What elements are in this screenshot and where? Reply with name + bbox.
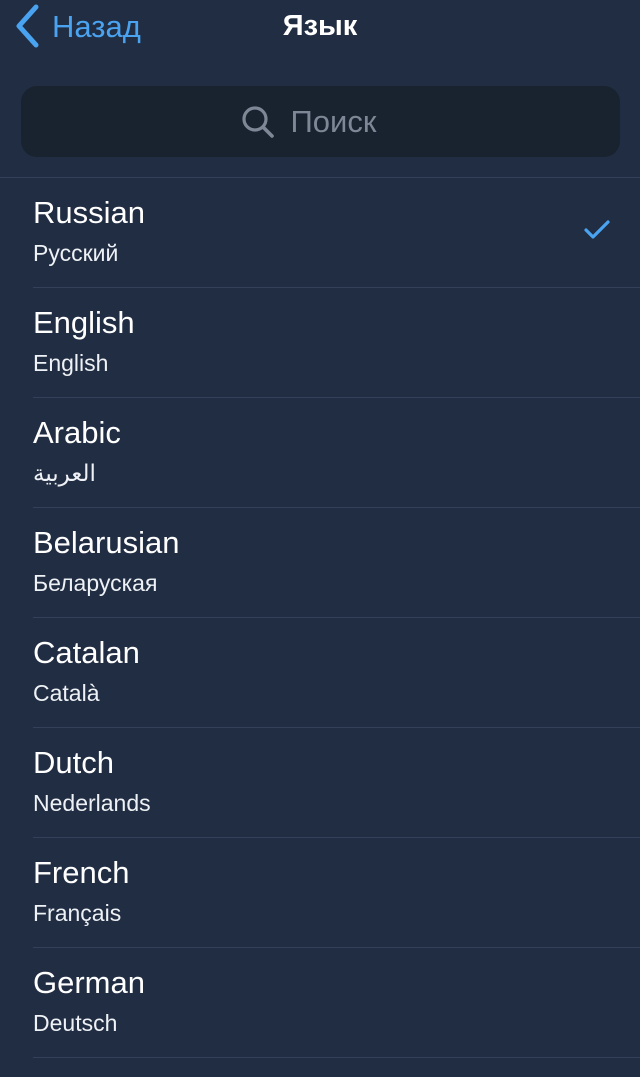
back-label: Назад [52, 8, 141, 44]
language-row-french[interactable]: French Français [0, 838, 640, 948]
search-input[interactable] [290, 103, 401, 140]
language-native-name: Català [33, 680, 100, 706]
language-name: German [33, 965, 145, 1000]
language-row-belarusian[interactable]: Belarusian Беларуская [0, 508, 640, 618]
language-native-name: Русский [33, 240, 119, 266]
search-icon [241, 105, 291, 139]
language-native-name: Беларуская [33, 570, 158, 596]
language-native-name: Français [33, 900, 122, 926]
back-button[interactable]: Назад [14, 2, 141, 50]
language-row-english[interactable]: English English [0, 288, 640, 398]
language-name: English [33, 305, 135, 340]
navigation-bar: Назад Язык [0, 0, 640, 60]
language-native-name: العربية [33, 460, 96, 486]
language-name: Dutch [33, 745, 114, 780]
language-name: Arabic [33, 415, 121, 450]
search-bar[interactable] [21, 86, 620, 157]
language-name: Russian [33, 195, 145, 230]
language-list: Russian Русский English English Arabic ا… [0, 178, 640, 1058]
language-name: Catalan [33, 635, 140, 670]
language-row-dutch[interactable]: Dutch Nederlands [0, 728, 640, 838]
language-name: French [33, 855, 130, 890]
language-native-name: Deutsch [33, 1010, 118, 1036]
language-name: Belarusian [33, 525, 180, 560]
chevron-left-icon [14, 4, 40, 48]
checkmark-icon [583, 218, 611, 242]
language-native-name: English [33, 350, 109, 376]
language-row-german[interactable]: German Deutsch [0, 948, 640, 1058]
language-row-arabic[interactable]: Arabic العربية [0, 398, 640, 508]
language-row-catalan[interactable]: Catalan Català [0, 618, 640, 728]
language-row-russian[interactable]: Russian Русский [0, 178, 640, 288]
language-native-name: Nederlands [33, 790, 151, 816]
